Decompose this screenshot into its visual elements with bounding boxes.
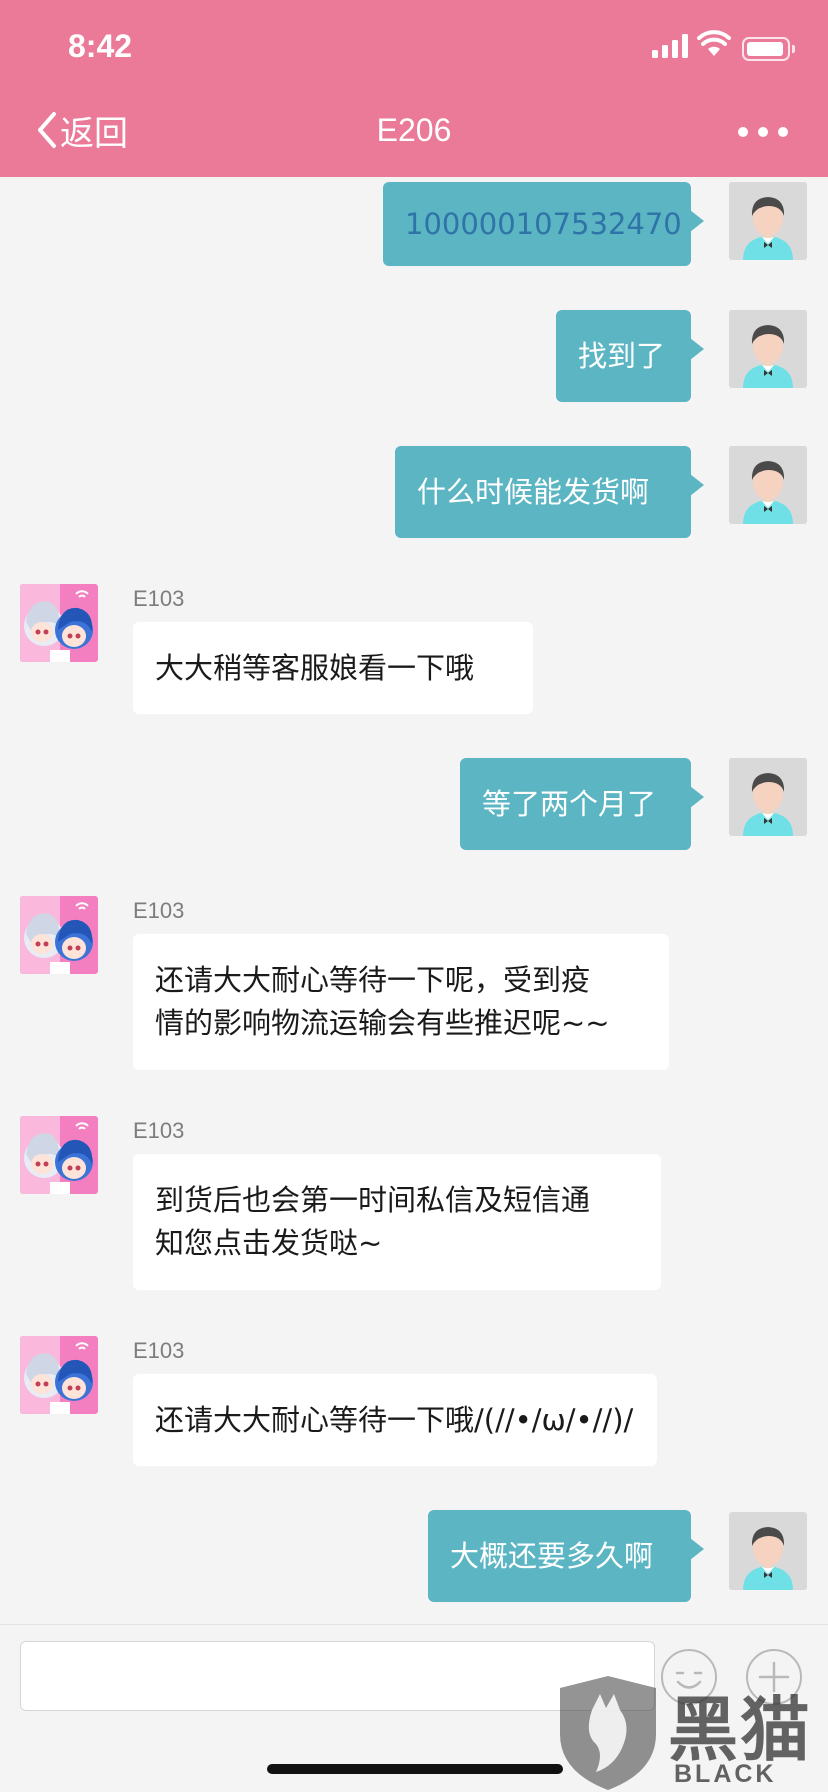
app-header: 8:42 返回 E206 [0, 0, 828, 177]
user-avatar-icon[interactable] [729, 1512, 807, 1590]
outgoing-bubble[interactable]: 找到了 [556, 310, 704, 402]
anime-avatar-icon[interactable] [20, 1116, 98, 1194]
anime-avatar-icon[interactable] [20, 584, 98, 662]
message-text: 100000107532470 [405, 206, 682, 241]
status-time: 8:42 [68, 28, 133, 64]
battery-icon [742, 37, 795, 61]
message-line: 还请大大耐心等待一下呢，受到疫 [155, 963, 591, 997]
more-icon[interactable] [738, 122, 788, 142]
message-line: 到货后也会第一时间私信及短信通 [155, 1183, 591, 1217]
message-line: 知您点击发货哒~ [155, 1226, 383, 1260]
message-text: 大大稍等客服娘看一下哦 [155, 650, 475, 685]
message-text: 什么时候能发货啊 [417, 474, 650, 509]
watermark: 黑猫 BLACK CAT [556, 1674, 828, 1792]
user-avatar-icon[interactable] [729, 310, 807, 388]
incoming-bubble[interactable]: 还请大大耐心等待一下哦/(//•/ω/•//)/ [133, 1374, 657, 1466]
message-text: 大概还要多久啊 [450, 1538, 654, 1573]
black-cat-logo [560, 1676, 656, 1790]
chat-title: E206 [376, 112, 452, 148]
watermark-en: BLACK CAT [674, 1760, 777, 1792]
anime-avatar-icon[interactable] [20, 1336, 98, 1414]
message-text: 还请大大耐心等待一下哦/(//•/ω/•//)/ [155, 1402, 634, 1437]
message-text: 找到了 [578, 338, 666, 373]
outgoing-bubble[interactable]: 什么时候能发货啊 [395, 446, 704, 538]
home-indicator[interactable] [267, 1764, 563, 1774]
signal-icon [652, 34, 688, 58]
message-text: 等了两个月了 [482, 786, 657, 821]
user-avatar-icon[interactable] [729, 446, 807, 524]
message-line: 情的影响物流运输会有些推迟呢~~ [155, 1006, 610, 1040]
incoming-bubble[interactable]: 大大稍等客服娘看一下哦 [133, 622, 533, 714]
anime-avatar-icon[interactable] [20, 896, 98, 974]
wifi-icon [697, 30, 731, 56]
outgoing-bubble[interactable]: 大概还要多久啊 [428, 1510, 704, 1602]
user-avatar-icon[interactable] [729, 758, 807, 836]
sender-name: E103 [133, 1118, 185, 1143]
user-avatar-icon[interactable] [729, 182, 807, 260]
sender-name: E103 [133, 898, 185, 923]
sender-name: E103 [133, 586, 185, 611]
incoming-bubble[interactable]: 还请大大耐心等待一下呢，受到疫 情的影响物流运输会有些推迟呢~~ [133, 934, 669, 1070]
outgoing-bubble[interactable]: 100000107532470 [383, 182, 704, 266]
sender-name: E103 [133, 1338, 185, 1363]
incoming-bubble[interactable]: 到货后也会第一时间私信及短信通 知您点击发货哒~ [133, 1154, 661, 1290]
outgoing-bubble[interactable]: 等了两个月了 [460, 758, 704, 850]
